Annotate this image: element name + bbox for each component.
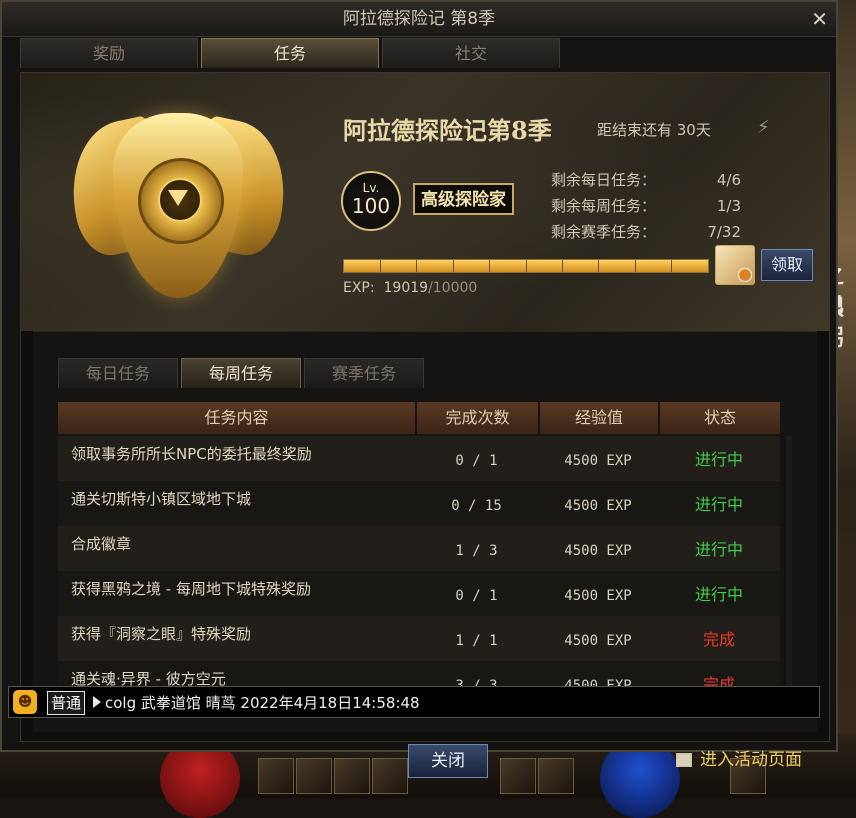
stat-weekly: 剩余每周任务： 1/3 (551, 197, 741, 215)
task-exp: 4500 EXP (564, 543, 632, 559)
task-name: 合成徽章 (71, 535, 132, 553)
tab-season-tasks[interactable]: 赛季任务 (304, 358, 424, 388)
task-exp: 4500 EXP (564, 453, 632, 469)
header-status: 状态 (660, 402, 780, 434)
rank-title: 高级探险家 (413, 183, 514, 215)
task-name: 通关魂·异界 - 彼方空元 (71, 670, 226, 688)
task-table-body[interactable]: 领取事务所所长NPC的委托最终奖励 0 / 1 4500 EXP 进行中 通关切… (58, 436, 780, 688)
task-exp: 4500 EXP (564, 588, 632, 604)
tab-weekly-tasks[interactable]: 每周任务 (181, 358, 301, 388)
tab-rewards[interactable]: 奖励 (20, 38, 198, 68)
task-name: 获得黑鸦之境 - 每周地下城特殊奖励 (71, 580, 311, 598)
level-badge: Lv. 100 (341, 171, 401, 231)
tab-social[interactable]: 社交 (382, 38, 560, 68)
header-task-content: 任务内容 (58, 402, 417, 434)
task-count: 0 / 15 (451, 498, 502, 514)
task-count: 0 / 1 (455, 453, 498, 469)
table-row: 合成徽章 1 / 3 4500 EXP 进行中 (58, 526, 780, 571)
skill-slot[interactable] (372, 758, 408, 794)
level-number: 100 (351, 194, 391, 218)
claim-button[interactable]: 领取 (761, 249, 813, 281)
chat-message: colg 武拳道馆 晴茑 2022年4月18日14:58:48 (105, 694, 420, 712)
task-status: 进行中 (694, 585, 743, 604)
table-row: 获得黑鸦之境 - 每周地下城特殊奖励 0 / 1 4500 EXP 进行中 (58, 571, 780, 616)
task-exp: 4500 EXP (564, 498, 632, 514)
task-status: 进行中 (694, 495, 743, 514)
close-button[interactable]: 关闭 (408, 744, 488, 778)
season-remaining-time: 距结束还有 30天 (597, 121, 711, 139)
skill-slot[interactable] (500, 758, 536, 794)
task-name: 获得『洞察之眼』特殊奖励 (71, 625, 252, 643)
stat-season: 剩余赛季任务： 7/32 (551, 223, 741, 241)
task-count: 1 / 1 (455, 633, 498, 649)
season-title: 阿拉德探险记第8季 (343, 116, 552, 145)
task-exp: 4500 EXP (564, 678, 632, 688)
exp-readout: EXP: 19019/10000 (343, 280, 478, 296)
exp-current: 19019 (383, 280, 429, 296)
close-icon[interactable]: ✕ (811, 2, 828, 36)
header-exp: 经验值 (540, 402, 660, 434)
exp-max: /10000 (428, 280, 478, 296)
table-row: 通关魂·异界 - 彼方空元 3 / 3 4500 EXP 完成 (58, 661, 780, 688)
task-status: 进行中 (694, 450, 743, 469)
task-count: 1 / 3 (455, 543, 498, 559)
page-icon (676, 753, 692, 767)
skill-slot[interactable] (258, 758, 294, 794)
header-completion-count: 完成次数 (417, 402, 540, 434)
smiley-icon[interactable]: ☻ (13, 690, 37, 714)
table-row: 领取事务所所长NPC的委托最终奖励 0 / 1 4500 EXP 进行中 (58, 436, 780, 481)
season-banner: 阿拉德探险记第8季 距结束还有 30天 ⚡ Lv. 100 高级探险家 剩余每日… (21, 73, 829, 331)
tab-tasks[interactable]: 任务 (201, 38, 379, 68)
remaining-task-stats: 剩余每日任务： 4/6 剩余每周任务： 1/3 剩余赛季任务： 7/32 (551, 167, 741, 245)
task-status: 进行中 (694, 540, 743, 559)
adventure-window: 阿拉德探险记 第8季 ✕ 奖励 任务 社交 阿拉德探险记第8季 距结束还有 30… (0, 0, 838, 752)
gift-box-icon[interactable] (715, 245, 755, 285)
task-table-header: 任务内容 完成次数 经验值 状态 (58, 402, 780, 434)
skill-slot[interactable] (296, 758, 332, 794)
table-row: 获得『洞察之眼』特殊奖励 1 / 1 4500 EXP 完成 (58, 616, 780, 661)
season-medal-icon (58, 103, 299, 303)
task-count: 0 / 1 (455, 588, 498, 604)
task-count: 3 / 3 (455, 678, 498, 688)
exp-progress-bar (343, 259, 709, 273)
tab-daily-tasks[interactable]: 每日任务 (58, 358, 178, 388)
level-prefix: Lv. (362, 181, 380, 195)
task-exp: 4500 EXP (564, 633, 632, 649)
window-title: 阿拉德探险记 第8季 (342, 9, 496, 29)
enter-activity-link[interactable]: 进入活动页面 (676, 745, 802, 770)
chat-arrow-icon (93, 696, 101, 708)
task-name: 领取事务所所长NPC的委托最终奖励 (71, 445, 312, 463)
stat-daily: 剩余每日任务： 4/6 (551, 171, 741, 189)
lightning-icon: ⚡ (757, 117, 770, 138)
task-status: 完成 (702, 675, 735, 688)
chat-channel[interactable]: 普通 (47, 691, 86, 715)
table-row: 通关切斯特小镇区域地下城 0 / 15 4500 EXP 进行中 (58, 481, 780, 526)
chat-bar[interactable]: ☻ 普通 colg 武拳道馆 晴茑 2022年4月18日14:58:48 (8, 686, 820, 718)
task-status: 完成 (702, 630, 735, 649)
task-list-section: 每日任务 每周任务 赛季任务 任务内容 完成次数 经验值 状态 领取事务所所长N… (33, 331, 817, 732)
tasks-panel: 阿拉德探险记第8季 距结束还有 30天 ⚡ Lv. 100 高级探险家 剩余每日… (20, 72, 830, 742)
task-name: 通关切斯特小镇区域地下城 (71, 490, 252, 508)
task-table-scrollbar[interactable] (786, 436, 792, 688)
skill-slot[interactable] (538, 758, 574, 794)
window-titlebar[interactable]: 阿拉德探险记 第8季 ✕ (2, 2, 836, 37)
skill-slot[interactable] (334, 758, 370, 794)
